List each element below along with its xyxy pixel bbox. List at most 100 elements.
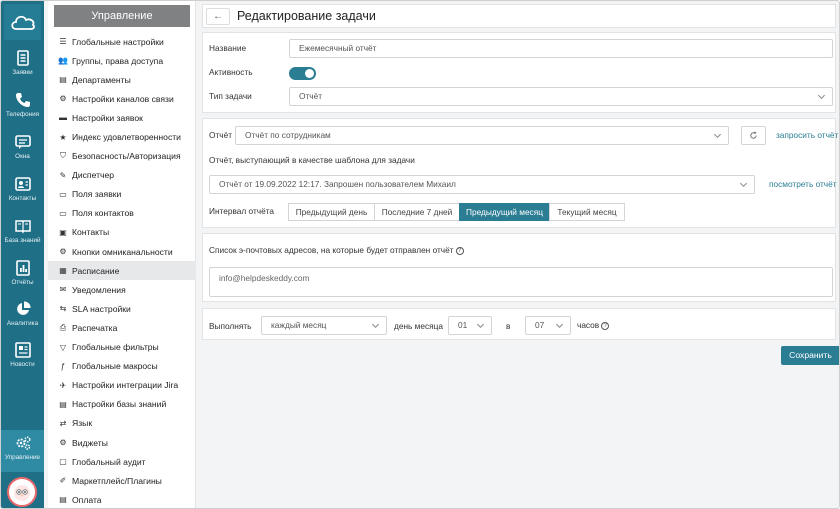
day-of-month-label: день месяца [394, 321, 443, 331]
help-icon[interactable]: ? [601, 321, 610, 330]
hour-select[interactable]: 07 [525, 316, 571, 335]
task-name-input[interactable]: Ежемесячный отчёт [289, 39, 833, 58]
menu-item[interactable]: ✐ Маркетплейс/Плагины [48, 471, 196, 490]
menu-item-label: Глобальные настройки [72, 36, 164, 47]
active-toggle[interactable] [289, 67, 316, 80]
menu-item[interactable]: ▭ Поля контактов [48, 204, 196, 223]
rail-item-management[interactable]: Управление [1, 430, 44, 472]
menu-item[interactable]: ⇆ SLA настройки [48, 299, 196, 318]
menu-item[interactable]: ☰ Глобальные настройки [48, 32, 196, 51]
save-button[interactable]: Сохранить [781, 346, 839, 365]
menu-item[interactable]: ⎙ Распечатка [48, 318, 196, 337]
menu-item[interactable]: ▤ Настройки базы знаний [48, 395, 196, 414]
menu-item-label: Контакты [72, 227, 110, 238]
menu-item[interactable]: ⚙ Виджеты [48, 433, 196, 452]
menu-item[interactable]: ▤ Департаменты [48, 70, 196, 89]
refresh-report-button[interactable] [741, 126, 766, 145]
menu-item[interactable]: ▽ Глобальные фильтры [48, 338, 196, 357]
day-select[interactable]: 01 [448, 316, 492, 335]
menu-item[interactable]: ⚙ Кнопки омниканальности [48, 242, 196, 261]
rail-item-telephony[interactable]: Телефония [1, 87, 44, 127]
menu-item[interactable]: ▦ Расписание [48, 261, 196, 281]
page-header: ← Редактирование задачи [202, 4, 836, 28]
rail-item-label: Заявки [12, 69, 33, 76]
chevron-down-icon [476, 323, 485, 329]
menu-item-label: Настройки базы знаний [72, 399, 167, 410]
menu-item[interactable]: ★ Индекс удовлетворенности [48, 127, 196, 146]
help-icon[interactable]: ? [455, 246, 464, 255]
menu-item-label: Диспетчер [72, 170, 115, 181]
menu-item-label: Группы, права доступа [72, 55, 164, 66]
rail-item-knowledge-base[interactable]: База знаний [1, 213, 44, 253]
chevron-down-icon [371, 323, 380, 329]
calendar-icon: ▦ [59, 266, 67, 276]
menu-item[interactable]: ▢ Глобальный аудит [48, 452, 196, 471]
menu-item-label: Департаменты [72, 74, 131, 85]
menu-list: ☰ Глобальные настройки 👥 Группы, права дост… [48, 32, 196, 508]
menu-item[interactable]: ▣ Контакты [48, 223, 196, 242]
interval-last-7-days[interactable]: Последние 7 дней [374, 203, 460, 221]
language-icon: ⇄ [59, 418, 67, 428]
menu-item[interactable]: ⛉ Безопасность/Авторизация [48, 147, 196, 166]
gears-icon [16, 436, 30, 450]
menu-item[interactable]: ⚙ Настройки каналов связи [48, 89, 196, 108]
rail-item-label: Новости [10, 361, 35, 368]
task-settings-card: Название Ежемесячный отчёт Активность Ти… [202, 32, 836, 113]
hour-value: 07 [535, 320, 545, 330]
sliders-icon: ☰ [59, 37, 67, 47]
active-label: Активность [209, 67, 253, 77]
shield-icon: ⛉ [60, 151, 66, 161]
chat-icon [14, 135, 31, 149]
omnichannel-icon: ⚙ [59, 247, 67, 257]
view-report-link[interactable]: посмотреть отчёт [769, 179, 837, 189]
report-value: Отчёт по сотрудникам [245, 130, 331, 140]
marketplace-icon: ✐ [59, 476, 67, 486]
rail-item-label: Аналитика [6, 320, 39, 327]
rail-item-news[interactable]: Новости [1, 337, 44, 377]
cloud-logo-icon[interactable] [4, 4, 41, 40]
user-avatar[interactable] [7, 477, 37, 507]
email-list-card: Список э-почтовых адресов, на которые бу… [202, 233, 836, 302]
menu-item-label: Язык [72, 418, 93, 429]
phone-icon [15, 93, 30, 107]
run-label: Выполнять [209, 321, 252, 331]
contact-fields-icon: ▭ [59, 208, 67, 218]
template-select[interactable]: Отчёт от 19.09.2022 12:17. Запрошен поль… [209, 175, 755, 194]
menu-item[interactable]: ▬ Настройки заявок [48, 108, 196, 127]
frequency-select[interactable]: каждый месяц [261, 316, 387, 335]
menu-item-label: Кнопки омниканальности [72, 246, 173, 257]
interval-previous-month[interactable]: Предыдущий месяц [459, 203, 550, 221]
rail-item-reports[interactable]: Отчёты [1, 255, 44, 295]
type-label: Тип задачи [209, 91, 252, 101]
request-report-link[interactable]: запросить отчёт [776, 130, 838, 140]
contacts-icon: ▣ [59, 227, 67, 237]
menu-item[interactable]: ƒ Глобальные макросы [48, 357, 196, 376]
refresh-icon [750, 131, 757, 139]
menu-item[interactable]: 👥 Группы, права доступа [48, 51, 196, 70]
rail-item-label: Управление [4, 454, 40, 461]
menu-item-label: SLA настройки [72, 303, 131, 314]
rail-item-label: Контакты [8, 195, 37, 202]
menu-item[interactable]: ✎ Диспетчер [48, 166, 196, 185]
interval-previous-day[interactable]: Предыдущий день [288, 203, 375, 221]
task-type-select[interactable]: Отчёт [289, 87, 833, 106]
report-icon [15, 260, 30, 276]
email-list-textarea[interactable]: info@helpdeskeddy.com [209, 267, 833, 297]
rail-item-contacts[interactable]: Контакты [1, 171, 44, 211]
template-value: Отчёт от 19.09.2022 12:17. Запрошен поль… [219, 179, 456, 189]
chevron-down-icon [817, 94, 826, 100]
rail-item-tickets[interactable]: Заявки [1, 45, 44, 85]
pie-chart-icon [16, 301, 31, 315]
menu-item[interactable]: ▤ Оплата [48, 490, 196, 508]
menu-item[interactable]: ✉ Уведомления [48, 280, 196, 299]
back-button[interactable]: ← [206, 8, 230, 25]
menu-item[interactable]: ✈ Настройки интеграции Jira [48, 376, 196, 395]
report-select[interactable]: Отчёт по сотрудникам [235, 126, 729, 145]
rail-item-analytics[interactable]: Аналитика [1, 296, 44, 336]
menu-item[interactable]: ⇄ Язык [48, 414, 196, 433]
rail-item-windows[interactable]: Окна [1, 129, 44, 169]
interval-current-month[interactable]: Текущий месяц [549, 203, 625, 221]
menu-item[interactable]: ▭ Поля заявки [48, 185, 196, 204]
menu-item-label: Настройки каналов связи [72, 93, 174, 104]
channels-icon: ⚙ [59, 94, 67, 104]
